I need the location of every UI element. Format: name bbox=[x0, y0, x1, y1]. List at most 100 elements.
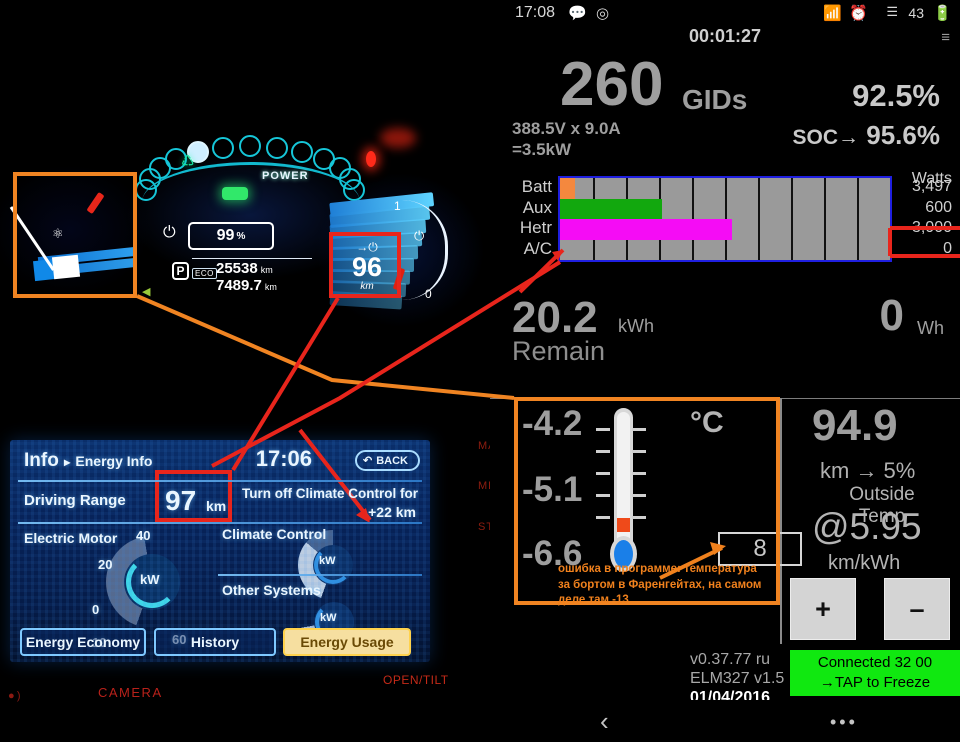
ready-indicator-icon bbox=[222, 187, 248, 200]
thermometer-icon bbox=[596, 408, 646, 578]
android-navbar: ‹ ••• bbox=[490, 700, 960, 742]
soc-label: SOC bbox=[792, 126, 839, 149]
power-bars-panel bbox=[558, 176, 892, 262]
range-estimate-unit: km → 5% bbox=[820, 458, 916, 483]
kwh-remain-value: 20.2 bbox=[512, 293, 598, 342]
brake-warning-icon bbox=[366, 151, 376, 167]
gids-label: GIDs bbox=[682, 84, 748, 115]
dual-circle-icon: ◎ bbox=[596, 5, 610, 22]
range-value: 96 bbox=[351, 252, 383, 282]
power-bar-row bbox=[560, 198, 890, 219]
power-bar-watts: 0 bbox=[943, 239, 952, 257]
back-button[interactable]: ↶ BACK bbox=[355, 450, 420, 471]
open-tilt-button-label[interactable]: OPEN/TILT bbox=[383, 673, 449, 687]
battery-percent-status: 43 bbox=[908, 5, 924, 21]
speech-bubble-icon: 💬 bbox=[568, 5, 587, 22]
battery-percent-gauge: 99 % bbox=[188, 222, 274, 250]
climate-gauge-unit: kW bbox=[319, 555, 336, 567]
power-label: POWER bbox=[262, 170, 309, 182]
battery-percent-unit: % bbox=[236, 230, 246, 242]
pack-line2: =3.5kW bbox=[512, 140, 572, 160]
soc-value: 95.6% bbox=[866, 120, 940, 150]
power-bar-label: Aux bbox=[522, 197, 552, 217]
horizontal-divider bbox=[490, 398, 960, 399]
energy-usage-button[interactable]: Energy Usage bbox=[283, 628, 411, 656]
motor-gauge-unit: kW bbox=[140, 572, 160, 587]
trip-value: 7489.7 bbox=[216, 277, 262, 294]
battery-icon: 🔋 bbox=[933, 5, 952, 22]
nav-overflow-button[interactable]: ••• bbox=[830, 712, 858, 733]
recording-dot-icon: ● ) bbox=[8, 690, 21, 702]
range-readout: →⏻ 96 km bbox=[338, 240, 396, 292]
breadcrumb-arrow-icon: ▸ bbox=[64, 455, 71, 469]
eco-mode-badge: ECO bbox=[192, 268, 217, 279]
charge-gauge-arc bbox=[402, 200, 448, 300]
kwh-remain-caption: Remain bbox=[512, 336, 606, 366]
energy-info-screen[interactable]: Info ▸ Energy Info 17:06 ↶ BACK Driving … bbox=[10, 440, 430, 662]
climate-tip-line2: +22 km bbox=[368, 504, 416, 520]
odometer-value: 25538 bbox=[216, 260, 258, 277]
efficiency-unit: km/kWh bbox=[828, 552, 901, 574]
back-button-label: BACK bbox=[376, 454, 408, 467]
temp-reading-2: -5.1 bbox=[522, 470, 583, 509]
climate-tip-line1: Turn off Climate Control for bbox=[242, 486, 418, 501]
power-bar-row bbox=[560, 240, 890, 261]
power-arc-bubble bbox=[212, 136, 235, 159]
efficiency-value: @5.95 bbox=[812, 506, 922, 547]
camera-button-label[interactable]: CAMERA bbox=[98, 685, 163, 700]
soc-arrow-icon: → bbox=[838, 126, 860, 149]
soc-row: SOC→ 95.6% bbox=[793, 120, 940, 151]
hamburger-icon[interactable]: ≡ bbox=[941, 30, 950, 45]
history-button[interactable]: History bbox=[154, 628, 276, 656]
screenshot-root: POWER ♺ ⏻ 99 % 25538 km 7489.7 km P ECO … bbox=[0, 0, 960, 742]
range-unit: km bbox=[360, 280, 374, 292]
screen-clock: 17:06 bbox=[255, 446, 312, 471]
power-bar-label: Batt bbox=[521, 177, 552, 196]
wh-unit: Wh bbox=[917, 318, 944, 338]
power-bar-label: A/C bbox=[523, 238, 552, 258]
power-arc-bubble bbox=[239, 135, 261, 157]
connection-line2: →TAP to Freeze bbox=[819, 674, 931, 691]
breadcrumb-page: Energy Info bbox=[75, 453, 153, 469]
power-bar-row bbox=[560, 219, 890, 240]
breadcrumb-root: Info bbox=[24, 450, 59, 471]
warning-glow bbox=[380, 128, 416, 148]
energy-economy-button[interactable]: Energy Economy bbox=[20, 628, 146, 656]
motor-tick-40: 40 bbox=[136, 528, 151, 543]
power-bar-label: Hetr bbox=[519, 218, 552, 237]
signal-bars-icon: ☰ bbox=[886, 4, 898, 19]
turn-signal-icon: ◀ bbox=[142, 286, 151, 298]
other-gauge-unit: kW bbox=[320, 612, 337, 624]
pack-line1: 388.5V x 9.0A bbox=[512, 119, 621, 138]
battery-percent-value: 99 bbox=[216, 227, 235, 244]
kwh-remain-unit: kWh bbox=[618, 316, 654, 336]
nav-back-button[interactable]: ‹ bbox=[600, 706, 609, 737]
app-version: v0.37.77 ru bbox=[690, 651, 771, 668]
power-bar-fill bbox=[560, 178, 575, 199]
gear-indicator: P bbox=[172, 262, 189, 280]
instrument-cluster-photo: POWER ♺ ⏻ 99 % 25538 km 7489.7 km P ECO … bbox=[0, 0, 490, 392]
increase-button[interactable]: + bbox=[790, 578, 856, 640]
decrease-button[interactable]: – bbox=[884, 578, 950, 640]
connection-line1: Connected 32 00 bbox=[817, 653, 933, 671]
power-arc-bubble bbox=[291, 140, 313, 163]
alarm-clock-icon: ⏰ bbox=[849, 5, 868, 22]
driving-range-label: Driving Range bbox=[24, 492, 126, 509]
power-meter-closeup: ⚛ bbox=[9, 191, 140, 290]
power-bar-watts: 600 bbox=[925, 198, 952, 216]
driving-range-value: 97 bbox=[165, 485, 197, 516]
power-bar-fill bbox=[560, 198, 663, 219]
vertical-divider bbox=[780, 398, 782, 644]
version-info: v0.37.77 ru ELM327 v1.5 01/04/2016 bbox=[690, 650, 784, 708]
range-estimate-value: 94.9 bbox=[812, 401, 898, 450]
power-bar-fill bbox=[560, 219, 732, 240]
back-arrow-icon: ↶ bbox=[363, 455, 373, 467]
outside-temp-box: 8 bbox=[718, 532, 802, 566]
session-timer: 00:01:27 bbox=[688, 26, 762, 46]
connection-status-button[interactable]: Connected 32 00 →TAP to Freeze bbox=[790, 650, 960, 696]
status-bar: 17:08 💬 ◎ 📶 ⏰ ☰ 43 🔋 bbox=[490, 0, 960, 28]
pack-voltage-current: 388.5V x 9.0A =3.5kW bbox=[512, 118, 621, 161]
adapter-version: ELM327 v1.5 bbox=[690, 670, 785, 688]
temp-unit: °C bbox=[690, 406, 724, 439]
temp-reading-1: -4.2 bbox=[522, 404, 583, 443]
